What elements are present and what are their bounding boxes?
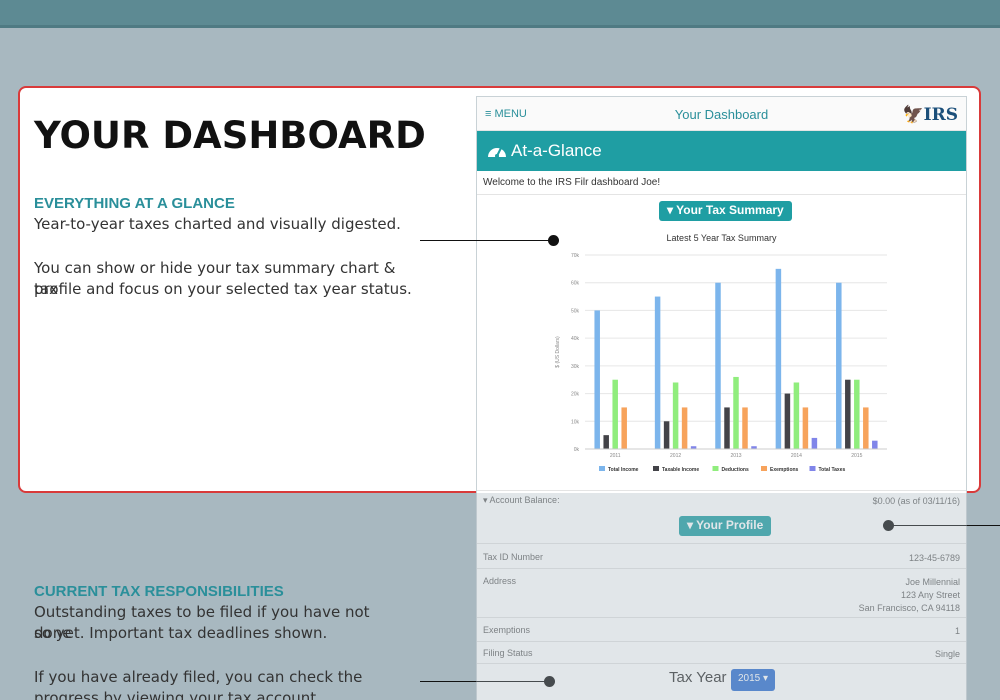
divider bbox=[477, 490, 966, 491]
filing-status-value: Single bbox=[934, 649, 960, 659]
tax-year-label: Tax Year bbox=[669, 669, 727, 686]
bar-deductions bbox=[793, 382, 800, 449]
address-line1: Joe Millennial bbox=[905, 577, 960, 587]
bar-deductions bbox=[854, 379, 860, 449]
account-balance-value: $0.00 (as of 03/11/16) bbox=[872, 496, 960, 506]
exemptions-value: 1 bbox=[954, 626, 960, 636]
header-title: Your Dashboard bbox=[674, 107, 769, 122]
at-a-glance-title: At-a-Glance bbox=[511, 141, 602, 160]
bar-total-income bbox=[654, 296, 661, 449]
y-tick-label: 30k bbox=[571, 364, 580, 370]
bar-taxable-income bbox=[603, 435, 609, 449]
bar-exemptions bbox=[863, 407, 869, 449]
y-axis-label: $ (US Dollars) bbox=[555, 336, 561, 368]
bar-exemptions bbox=[802, 407, 809, 449]
bar-total-income bbox=[594, 310, 600, 449]
profile-toggle[interactable]: ▾ Your Profile bbox=[679, 516, 772, 536]
legend-swatch bbox=[809, 466, 816, 471]
section2-line2b: progress by viewing your tax account tra… bbox=[34, 689, 317, 700]
divider bbox=[477, 568, 966, 569]
bar-deductions bbox=[612, 379, 618, 449]
pointer-line-chart bbox=[420, 240, 550, 241]
section-heading-at-a-glance: EVERYTHING AT A GLANCE bbox=[34, 195, 235, 212]
dashboard-app: ≡ MENU Your Dashboard 🦅IRS At-a-Glance W… bbox=[476, 96, 967, 700]
section1-line2b: profile and focus on your selected tax y… bbox=[34, 280, 412, 298]
bar-exemptions bbox=[681, 407, 688, 449]
welcome-message: Welcome to the IRS Filr dashboard Joe! bbox=[477, 171, 966, 195]
legend-swatch bbox=[653, 466, 659, 471]
exemptions-label: Exemptions bbox=[483, 625, 531, 635]
y-tick-label: 10k bbox=[571, 419, 580, 425]
legend-swatch bbox=[599, 466, 605, 471]
app-header: ≡ MENU Your Dashboard 🦅IRS bbox=[477, 97, 966, 131]
top-banner bbox=[0, 0, 1000, 28]
bar-exemptions bbox=[742, 407, 748, 449]
pointer-line-profile bbox=[888, 525, 1000, 526]
tax-id-label: Tax ID Number bbox=[483, 552, 544, 562]
tax-year-select[interactable]: 2015 ▾ bbox=[731, 669, 776, 691]
y-tick-label: 40k bbox=[571, 336, 580, 342]
x-tick-label: 2015 bbox=[851, 453, 862, 459]
bar-exemptions bbox=[621, 407, 627, 449]
x-tick-label: 2013 bbox=[730, 453, 741, 459]
section-heading-current-tax: CURRENT TAX RESPONSIBILITIES bbox=[34, 583, 284, 600]
bar-deductions bbox=[733, 376, 739, 449]
bar-total-income bbox=[836, 282, 842, 449]
section2-line2a: If you have already filed, you can check… bbox=[34, 668, 363, 686]
filing-status-label: Filing Status bbox=[483, 648, 533, 658]
y-tick-label: 60k bbox=[571, 281, 580, 287]
bar-taxable-income bbox=[845, 379, 851, 449]
dashboard-gauge-icon bbox=[488, 147, 506, 158]
bar-taxable-income bbox=[724, 407, 730, 449]
pointer-dot-chart bbox=[548, 235, 559, 246]
tax-summary-chart: 0k 10k 20k 30k 40k 50k 60k 70k $ (US Dollars) 201… bbox=[555, 253, 887, 473]
bar-total-taxes bbox=[872, 440, 878, 449]
divider bbox=[477, 641, 966, 642]
legend-label: Deductions bbox=[722, 467, 749, 473]
address-label: Address bbox=[483, 576, 517, 586]
y-tick-label: 70k bbox=[571, 253, 580, 259]
bar-total-taxes bbox=[811, 437, 818, 449]
x-tick-label: 2011 bbox=[610, 453, 621, 459]
pointer-line-taxyear bbox=[420, 681, 550, 682]
legend-swatch bbox=[761, 466, 767, 471]
address-line3: San Francisco, CA 94118 bbox=[858, 603, 960, 613]
legend-label: Exemptions bbox=[770, 467, 799, 473]
bar-total-income bbox=[715, 282, 721, 449]
account-balance-label: ▾ Account Balance: bbox=[483, 495, 560, 505]
tax-summary-toggle[interactable]: ▾ Your Tax Summary bbox=[659, 201, 792, 221]
legend-swatch bbox=[712, 466, 719, 471]
bar-total-income bbox=[775, 268, 782, 449]
bar-taxable-income bbox=[784, 393, 791, 449]
x-tick-label: 2014 bbox=[791, 453, 802, 459]
section2-line1b: so yet. Important tax deadlines shown. bbox=[34, 624, 328, 642]
tax-id-value: 123-45-6789 bbox=[908, 553, 960, 563]
divider bbox=[477, 617, 966, 618]
legend-label: Taxable Income bbox=[662, 467, 699, 473]
y-tick-label: 0k bbox=[574, 447, 580, 453]
section1-line1: Year-to-year taxes charted and visually … bbox=[34, 215, 401, 233]
x-tick-label: 2012 bbox=[670, 453, 681, 459]
pointer-dot-profile bbox=[883, 520, 894, 531]
irs-logo: 🦅IRS bbox=[902, 105, 958, 125]
bar-taxable-income bbox=[663, 421, 670, 449]
divider bbox=[477, 663, 966, 664]
pointer-dot-taxyear bbox=[544, 676, 555, 687]
legend-label: Total Income bbox=[608, 467, 639, 473]
legend-label: Total Taxes bbox=[819, 467, 846, 473]
address-line2: 123 Any Street bbox=[900, 590, 960, 600]
divider bbox=[477, 543, 966, 544]
slide-title: YOUR DASHBOARD bbox=[34, 114, 426, 157]
y-tick-label: 20k bbox=[571, 392, 580, 398]
at-a-glance-bar: At-a-Glance bbox=[477, 131, 966, 171]
y-tick-label: 50k bbox=[571, 308, 580, 314]
bar-deductions bbox=[672, 382, 679, 449]
